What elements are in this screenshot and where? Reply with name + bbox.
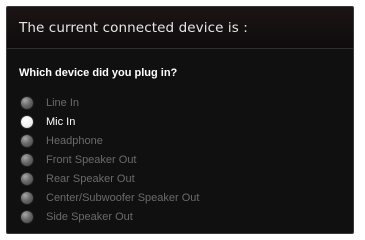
radio-side-speaker-out[interactable] [21, 210, 33, 223]
radio-mic-in[interactable] [21, 115, 33, 128]
option-rear-speaker-out[interactable]: Rear Speaker Out [19, 169, 341, 188]
question-label: Which device did you plug in? [19, 67, 178, 79]
radio-line-in[interactable] [21, 96, 33, 109]
dialog-header: The current connected device is : [7, 7, 353, 49]
option-center-subwoofer-out[interactable]: Center/Subwoofer Speaker Out [19, 188, 341, 207]
option-label-front-speaker-out: Front Speaker Out [46, 153, 137, 166]
option-label-center-subwoofer-out: Center/Subwoofer Speaker Out [46, 191, 200, 204]
radio-center-subwoofer-out[interactable] [21, 191, 33, 204]
option-line-in[interactable]: Line In [19, 93, 341, 112]
radio-rear-speaker-out[interactable] [21, 172, 33, 185]
dialog-title: The current connected device is : [19, 19, 248, 36]
dialog-body: Which device did you plug in? Line In Mi… [7, 67, 353, 226]
radio-front-speaker-out[interactable] [21, 153, 33, 166]
option-label-rear-speaker-out: Rear Speaker Out [46, 172, 135, 185]
option-label-mic-in: Mic In [46, 115, 76, 128]
option-front-speaker-out[interactable]: Front Speaker Out [19, 150, 341, 169]
option-headphone[interactable]: Headphone [19, 131, 341, 150]
radio-headphone[interactable] [21, 134, 33, 147]
device-detection-dialog: The current connected device is : Which … [6, 6, 354, 234]
option-label-side-speaker-out: Side Speaker Out [46, 210, 133, 223]
option-label-headphone: Headphone [46, 134, 103, 147]
option-label-line-in: Line In [46, 96, 80, 109]
option-mic-in[interactable]: Mic In [19, 112, 341, 131]
device-options-list: Line In Mic In Headphone Front Speaker O… [19, 93, 341, 226]
option-side-speaker-out[interactable]: Side Speaker Out [19, 207, 341, 226]
